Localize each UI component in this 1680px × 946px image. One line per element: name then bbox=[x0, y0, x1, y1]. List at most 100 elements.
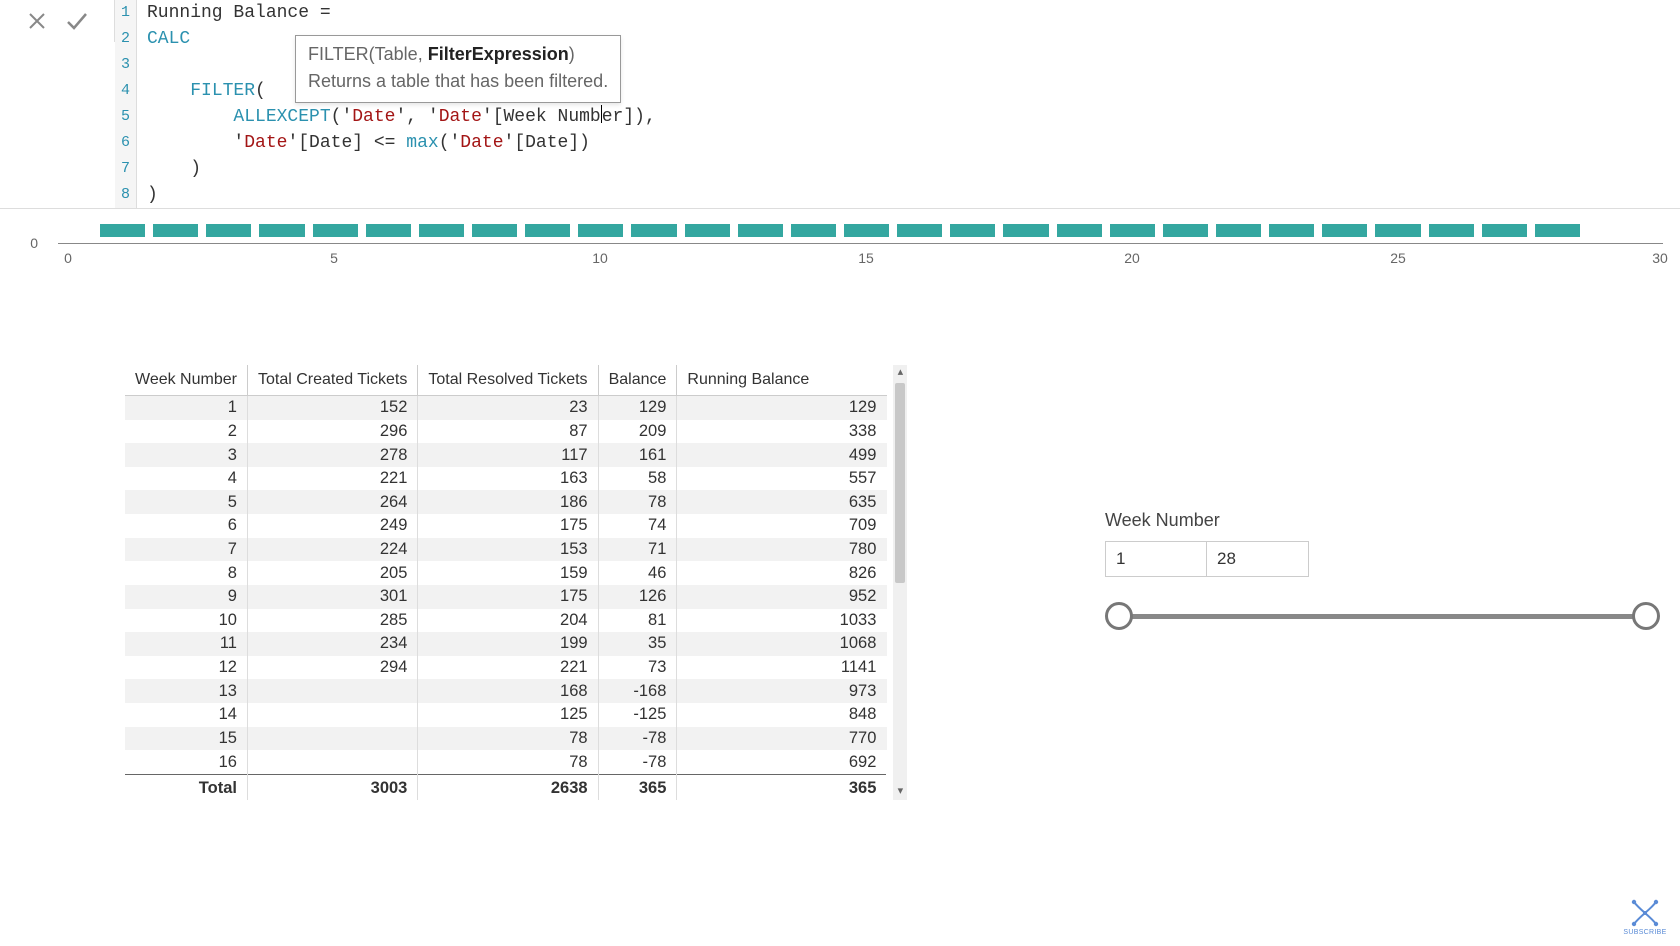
cell: 635 bbox=[677, 490, 887, 514]
chart-bar bbox=[950, 224, 995, 237]
table-row[interactable]: 13168-168973 bbox=[125, 679, 887, 703]
cell: 78 bbox=[598, 490, 677, 514]
x-tick-30: 30 bbox=[1652, 250, 1668, 266]
table-row[interactable]: 10285204811033 bbox=[125, 609, 887, 633]
table-row[interactable]: 526418678635 bbox=[125, 490, 887, 514]
table-row[interactable]: 14125-125848 bbox=[125, 703, 887, 727]
code-line-7: ) bbox=[137, 156, 201, 182]
y-tick-0: 0 bbox=[0, 235, 38, 251]
chart-bar bbox=[313, 224, 358, 237]
cell: -78 bbox=[598, 727, 677, 751]
x-axis-line bbox=[58, 243, 1663, 244]
table-visual[interactable]: Week Number Total Created Tickets Total … bbox=[125, 365, 915, 800]
cell: 153 bbox=[418, 538, 598, 562]
cell: 285 bbox=[247, 609, 417, 633]
cell: 152 bbox=[247, 396, 417, 420]
cell: -78 bbox=[598, 750, 677, 774]
cell bbox=[247, 703, 417, 727]
table-row[interactable]: 12294221731141 bbox=[125, 656, 887, 680]
col-header-created[interactable]: Total Created Tickets bbox=[247, 365, 417, 396]
scroll-up-button[interactable]: ▴ bbox=[893, 365, 907, 381]
x-tick-5: 5 bbox=[330, 250, 338, 266]
code-line-1: Running Balance = bbox=[137, 0, 331, 26]
slider-handle-max[interactable] bbox=[1632, 602, 1660, 630]
cell: 209 bbox=[598, 420, 677, 444]
cell bbox=[247, 679, 417, 703]
col-header-resolved[interactable]: Total Resolved Tickets bbox=[418, 365, 598, 396]
table-row[interactable]: 820515946826 bbox=[125, 561, 887, 585]
cell: 557 bbox=[677, 467, 887, 491]
x-tick-20: 20 bbox=[1124, 250, 1140, 266]
scroll-down-button[interactable]: ▾ bbox=[893, 784, 907, 800]
cell: 848 bbox=[677, 703, 887, 727]
cell: 234 bbox=[247, 632, 417, 656]
code-line-6: 'Date'[Date] <= max('Date'[Date]) bbox=[137, 130, 590, 156]
code-line-3 bbox=[137, 52, 190, 78]
cell: 14 bbox=[125, 703, 247, 727]
table-row[interactable]: 229687209338 bbox=[125, 420, 887, 444]
table-row[interactable]: 11234199351068 bbox=[125, 632, 887, 656]
cell: 186 bbox=[418, 490, 598, 514]
cell: 9 bbox=[125, 585, 247, 609]
cell: 35 bbox=[598, 632, 677, 656]
cell: 204 bbox=[418, 609, 598, 633]
x-tick-25: 25 bbox=[1390, 250, 1406, 266]
x-tick-15: 15 bbox=[858, 250, 874, 266]
chart-bar bbox=[100, 224, 145, 237]
dna-icon bbox=[1628, 898, 1662, 928]
chart-bar bbox=[472, 224, 517, 237]
table-row[interactable]: 3278117161499 bbox=[125, 443, 887, 467]
cell: 221 bbox=[247, 467, 417, 491]
cell: 12 bbox=[125, 656, 247, 680]
table-row[interactable]: 1678-78692 bbox=[125, 750, 887, 774]
cell: 1141 bbox=[677, 656, 887, 680]
cell: 16 bbox=[125, 750, 247, 774]
table-row[interactable]: 624917574709 bbox=[125, 514, 887, 538]
col-header-balance[interactable]: Balance bbox=[598, 365, 677, 396]
scrollbar[interactable]: ▴ ▾ bbox=[893, 365, 907, 800]
cell: 221 bbox=[418, 656, 598, 680]
cell: 23 bbox=[418, 396, 598, 420]
table-row[interactable]: 422116358557 bbox=[125, 467, 887, 491]
slicer-max-input[interactable] bbox=[1207, 541, 1309, 577]
col-header-running[interactable]: Running Balance bbox=[677, 365, 887, 396]
chart-bars bbox=[100, 224, 1580, 237]
scroll-thumb[interactable] bbox=[895, 383, 905, 583]
formula-cancel-button[interactable] bbox=[23, 7, 51, 35]
chart-bar bbox=[153, 224, 198, 237]
table-row[interactable]: 722415371780 bbox=[125, 538, 887, 562]
table-row[interactable]: 9301175126952 bbox=[125, 585, 887, 609]
chart-bar bbox=[1535, 224, 1580, 237]
slider-handle-min[interactable] bbox=[1105, 602, 1133, 630]
slicer-min-input[interactable] bbox=[1105, 541, 1207, 577]
chart-bar bbox=[631, 224, 676, 237]
cell: 168 bbox=[418, 679, 598, 703]
formula-bar: 1Running Balance = 2CALC 3 4 FILTER( 5 A… bbox=[0, 0, 1680, 209]
chart-bar bbox=[525, 224, 570, 237]
cell: 5 bbox=[125, 490, 247, 514]
col-header-week[interactable]: Week Number bbox=[125, 365, 247, 396]
cell: 159 bbox=[418, 561, 598, 585]
week-number-slicer[interactable]: Week Number bbox=[1105, 510, 1660, 637]
chart-bar bbox=[1322, 224, 1367, 237]
cell: 224 bbox=[247, 538, 417, 562]
cell: 161 bbox=[598, 443, 677, 467]
cell: 58 bbox=[598, 467, 677, 491]
formula-commit-button[interactable] bbox=[63, 7, 91, 35]
cell: 199 bbox=[418, 632, 598, 656]
code-line-4: FILTER( bbox=[137, 78, 266, 104]
x-tick-10: 10 bbox=[592, 250, 608, 266]
cell: 8 bbox=[125, 561, 247, 585]
table-row[interactable]: 1578-78770 bbox=[125, 727, 887, 751]
chart-bar bbox=[1269, 224, 1314, 237]
cell: 6 bbox=[125, 514, 247, 538]
chart-bar bbox=[791, 224, 836, 237]
cell: 46 bbox=[598, 561, 677, 585]
cell: 87 bbox=[418, 420, 598, 444]
chart-bar bbox=[1057, 224, 1102, 237]
table-row[interactable]: 115223129129 bbox=[125, 396, 887, 420]
cell: 13 bbox=[125, 679, 247, 703]
range-slider[interactable] bbox=[1105, 595, 1660, 637]
dax-editor[interactable]: 1Running Balance = 2CALC 3 4 FILTER( 5 A… bbox=[115, 0, 1680, 208]
cell: 71 bbox=[598, 538, 677, 562]
